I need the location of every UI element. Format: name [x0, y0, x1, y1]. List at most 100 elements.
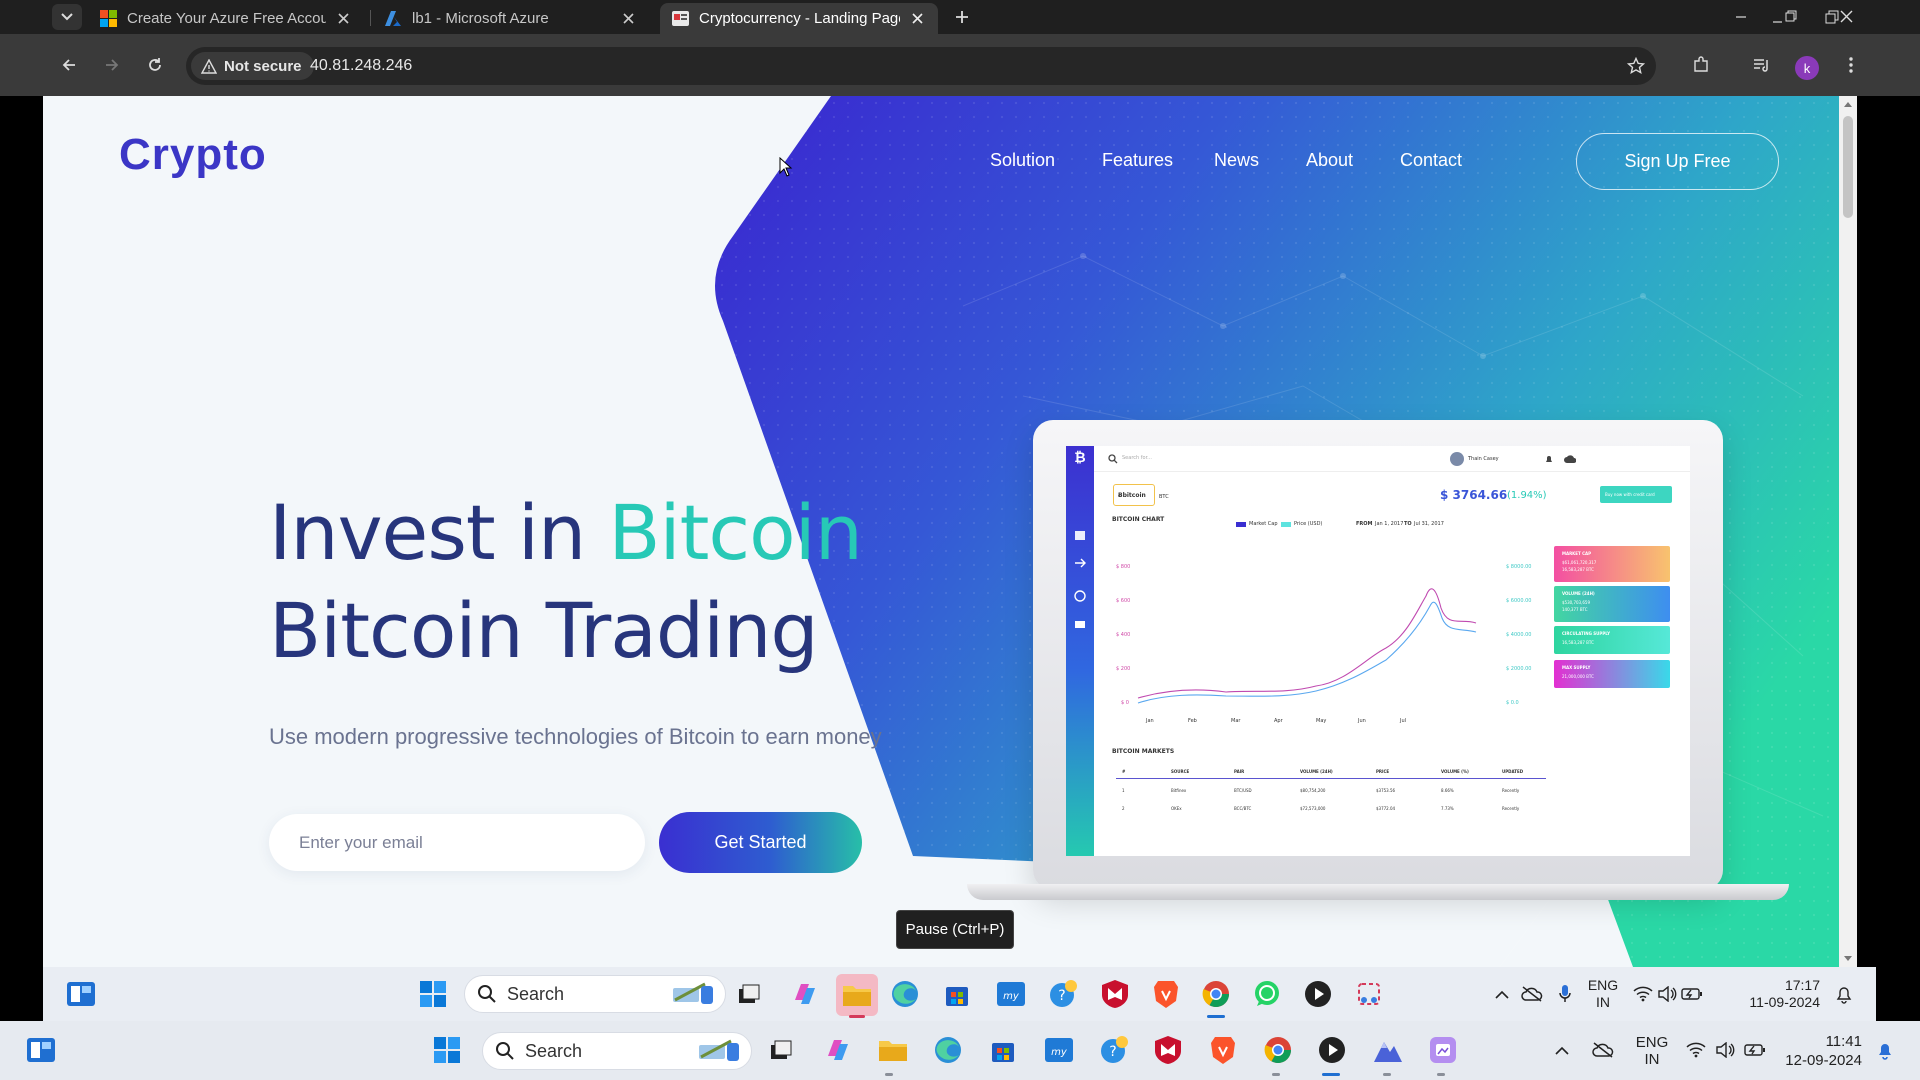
start-button[interactable] — [431, 1034, 463, 1066]
clock[interactable]: 17:17 11-09-2024 — [1738, 977, 1820, 1011]
close-tab-icon[interactable] — [334, 10, 352, 28]
browser-menu-button[interactable] — [1836, 50, 1866, 80]
brave-app[interactable] — [1150, 978, 1182, 1010]
tab-cryptocurrency-landing[interactable]: Cryptocurrency - Landing Page — [660, 3, 938, 34]
scrollbar-thumb[interactable] — [1843, 116, 1853, 218]
notifications-button[interactable] — [1874, 1039, 1896, 1061]
svg-text:?: ? — [1058, 988, 1065, 1004]
email-input[interactable]: Enter your email — [269, 814, 645, 871]
mcafee-app[interactable] — [1152, 1034, 1184, 1066]
help-app[interactable]: ? — [1098, 1034, 1130, 1066]
close-tab-icon[interactable] — [908, 10, 926, 28]
stat-title: VOLUME (24H) — [1562, 591, 1595, 596]
taskbar-search-box[interactable]: Search — [464, 975, 726, 1013]
file-explorer-app[interactable] — [877, 1034, 909, 1066]
onedrive-status[interactable] — [1592, 1039, 1614, 1061]
nav-about[interactable]: About — [1306, 150, 1353, 171]
onedrive-status[interactable] — [1521, 983, 1543, 1005]
store-app[interactable] — [987, 1034, 1019, 1066]
mcafee-app[interactable] — [1099, 978, 1131, 1010]
reload-button[interactable] — [140, 50, 170, 80]
volume-status[interactable] — [1656, 983, 1678, 1005]
myhp-app[interactable]: my — [995, 978, 1027, 1010]
extensions-button[interactable] — [1686, 50, 1716, 80]
url-text[interactable]: 40.81.248.246 — [310, 57, 412, 75]
get-started-button[interactable]: Get Started — [659, 812, 862, 873]
media-player-app[interactable] — [1302, 978, 1334, 1010]
tooltip: Pause (Ctrl+P) — [896, 910, 1014, 949]
tab-search-button[interactable] — [52, 4, 82, 30]
new-tab-button[interactable] — [950, 5, 974, 29]
file-explorer-app[interactable] — [836, 974, 878, 1016]
tab-microsoft-azure[interactable]: lb1 - Microsoft Azure — [373, 3, 649, 34]
task-view-button[interactable] — [765, 1034, 797, 1066]
signup-button[interactable]: Sign Up Free — [1576, 133, 1779, 190]
wifi-status[interactable] — [1632, 983, 1654, 1005]
store-app[interactable] — [941, 978, 973, 1010]
clock-time: 11:41 — [1825, 1033, 1862, 1050]
help-app[interactable]: ? — [1047, 978, 1079, 1010]
table-cell: BTC/USD — [1234, 788, 1252, 793]
myhp-app[interactable]: my — [1043, 1034, 1075, 1066]
laptop-base — [967, 884, 1789, 900]
copilot-app[interactable] — [789, 978, 821, 1010]
page-scrollbar[interactable] — [1839, 96, 1857, 967]
wifi-status[interactable] — [1685, 1039, 1707, 1061]
profile-avatar[interactable]: k — [1795, 56, 1819, 80]
nav-features[interactable]: Features — [1102, 150, 1173, 171]
buy-button[interactable]: Buy now with credit card — [1600, 486, 1672, 503]
y-left-tick: $ 0 — [1121, 700, 1129, 706]
battery-status[interactable] — [1681, 983, 1703, 1005]
address-bar[interactable]: Not secure 40.81.248.246 — [186, 47, 1656, 85]
scroll-down-icon[interactable] — [1843, 955, 1853, 963]
nav-contact[interactable]: Contact — [1400, 150, 1462, 171]
task-view-button[interactable] — [733, 978, 765, 1010]
puzzle-icon — [1694, 56, 1708, 72]
coin-badge: Ƀbitcoin — [1113, 484, 1155, 506]
start-button[interactable] — [417, 978, 449, 1010]
microphone-status[interactable] — [1554, 983, 1576, 1005]
show-hidden-icons-button[interactable] — [1551, 1039, 1573, 1061]
volume-status[interactable] — [1714, 1039, 1736, 1061]
scroll-up-icon[interactable] — [1843, 100, 1853, 108]
widgets-button[interactable] — [65, 978, 97, 1010]
brave-app[interactable] — [1207, 1034, 1239, 1066]
edge-app[interactable] — [889, 978, 921, 1010]
taskbar-search-box[interactable]: Search — [482, 1032, 752, 1070]
browser-toolbar: Not secure 40.81.248.246 — [0, 34, 1920, 96]
close-tab-icon[interactable] — [619, 10, 637, 28]
show-hidden-icons-button[interactable] — [1491, 983, 1513, 1005]
buy-button-label: Buy now with credit card — [1605, 492, 1655, 497]
copilot-app[interactable] — [822, 1034, 854, 1066]
language-indicator[interactable]: ENG IN — [1629, 1034, 1675, 1068]
snipping-tool-app[interactable] — [1353, 978, 1385, 1010]
whatsapp-app[interactable] — [1251, 978, 1283, 1010]
bookmark-star-button[interactable] — [1624, 54, 1648, 78]
x-tick-label: Apr — [1274, 718, 1283, 724]
language-indicator[interactable]: ENG IN — [1583, 977, 1623, 1011]
site-security-chip[interactable]: Not secure — [191, 52, 314, 80]
restore-button[interactable] — [1824, 2, 1854, 32]
media-control-button[interactable] — [1747, 50, 1777, 80]
restore-inner-button[interactable] — [1770, 2, 1800, 32]
battery-status[interactable] — [1744, 1039, 1766, 1061]
minimize-inner-button[interactable] — [1726, 2, 1756, 32]
edge-icon — [935, 1037, 961, 1063]
chrome-app[interactable] — [1200, 978, 1232, 1010]
clock[interactable]: 11:41 12-09-2024 — [1770, 1032, 1862, 1070]
nav-news[interactable]: News — [1214, 150, 1259, 171]
help-icon: ? — [1101, 1036, 1128, 1063]
nav-solution[interactable]: Solution — [990, 150, 1055, 171]
media-player-app[interactable] — [1316, 1034, 1348, 1066]
widgets-button[interactable] — [25, 1034, 57, 1066]
chevron-down-icon — [61, 13, 73, 21]
tab-azure-free-account[interactable]: Create Your Azure Free Account — [88, 3, 364, 34]
chrome-app[interactable] — [1262, 1034, 1294, 1066]
notifications-button[interactable] — [1833, 983, 1855, 1005]
forward-button[interactable] — [97, 50, 127, 80]
edge-app[interactable] — [932, 1034, 964, 1066]
back-button[interactable] — [54, 50, 84, 80]
photos-app[interactable] — [1372, 1034, 1404, 1066]
editor-app[interactable] — [1427, 1034, 1459, 1066]
site-logo[interactable]: Crypto — [119, 130, 267, 180]
